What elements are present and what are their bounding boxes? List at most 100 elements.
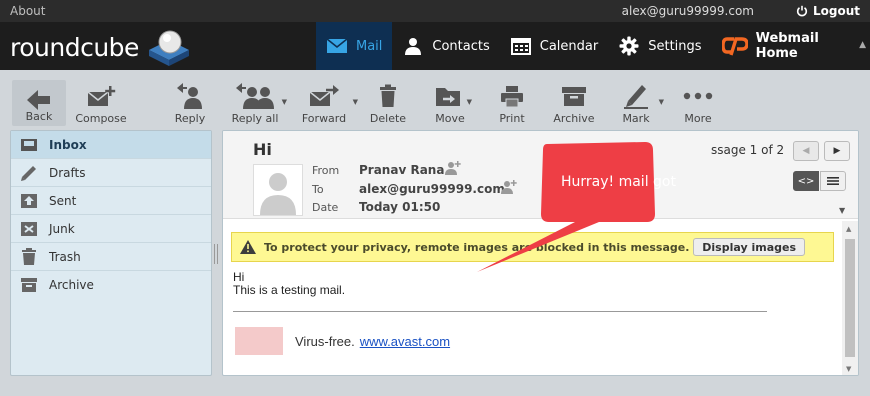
folder-junk-label: Junk <box>49 221 75 236</box>
virus-free-text: Virus-free. <box>295 333 355 349</box>
move-dropdown-icon[interactable]: ▼ <box>467 98 472 106</box>
logout-button[interactable]: Logout <box>796 4 860 18</box>
scrollbar-thumb[interactable] <box>845 239 855 357</box>
task-mail-label: Mail <box>356 38 383 54</box>
folder-trash-label: Trash <box>49 249 81 264</box>
html-view-button[interactable]: <> <box>793 171 819 191</box>
warning-icon <box>240 240 256 254</box>
gear-icon <box>618 36 640 56</box>
folder-inbox[interactable]: Inbox <box>11 131 211 159</box>
add-contact-icon[interactable] <box>445 161 461 178</box>
reply-all-dropdown-icon[interactable]: ▼ <box>282 98 287 106</box>
task-mail[interactable]: Mail <box>316 22 393 70</box>
task-calendar[interactable]: Calendar <box>500 22 608 70</box>
compose-icon <box>71 80 131 112</box>
archive-button[interactable]: Archive <box>544 80 604 125</box>
mark-dropdown-icon[interactable]: ▼ <box>659 98 664 106</box>
folder-drafts-label: Drafts <box>49 165 86 180</box>
task-contacts-label: Contacts <box>432 38 490 54</box>
logo-box-icon <box>145 26 193 68</box>
move-button[interactable]: Move ▼ <box>420 80 480 125</box>
compose-label: Compose <box>75 112 127 125</box>
compose-button[interactable]: Compose <box>71 80 131 125</box>
pencil-icon <box>19 164 39 182</box>
about-link[interactable]: About <box>10 4 45 18</box>
task-contacts[interactable]: Contacts <box>392 22 499 70</box>
sender-avatar <box>253 164 303 216</box>
print-label: Print <box>499 112 525 125</box>
print-icon <box>482 80 542 112</box>
more-label: More <box>684 112 712 125</box>
cpanel-icon <box>721 36 748 56</box>
move-label: Move <box>435 112 465 125</box>
message-counter: ssage 1 of 2 <box>711 143 785 157</box>
next-message-button[interactable]: ▶ <box>824 141 850 161</box>
display-images-button[interactable]: Display images <box>693 238 805 256</box>
back-arrow-icon <box>12 80 66 110</box>
folder-trash[interactable]: Trash <box>11 243 211 271</box>
logo-text: roundcube <box>10 32 139 62</box>
message-scrollbar[interactable]: ▲ ▼ <box>842 221 858 375</box>
trash-icon <box>19 247 39 266</box>
folder-list: Inbox Drafts Sent Junk Trash Archive <box>10 130 212 376</box>
task-calendar-label: Calendar <box>539 38 599 54</box>
forward-label: Forward <box>301 112 347 125</box>
headers-toggle-icon[interactable]: ▼ <box>839 206 845 215</box>
reply-button[interactable]: Reply <box>160 80 220 125</box>
prev-message-button[interactable]: ◀ <box>793 141 819 161</box>
folder-sent-label: Sent <box>49 193 77 208</box>
task-webmail-home-label: Webmail Home <box>755 31 819 61</box>
task-settings[interactable]: Settings <box>608 22 711 70</box>
message-toolbar: Back Compose Reply Reply all ▼ Forward ▼… <box>0 70 870 128</box>
back-button[interactable]: Back <box>12 80 66 126</box>
archive-label: Archive <box>553 112 595 125</box>
reply-label: Reply <box>174 112 206 125</box>
reply-all-label: Reply all <box>231 112 279 125</box>
reply-icon <box>160 80 220 112</box>
scroll-down-icon[interactable]: ▼ <box>846 365 851 373</box>
more-button[interactable]: More <box>668 80 728 125</box>
task-settings-label: Settings <box>648 38 702 54</box>
body-line: This is a testing mail. <box>233 283 346 297</box>
avast-link[interactable]: www.avast.com <box>360 334 450 349</box>
header-bar: roundcube Mail Contacts Calendar Setting… <box>0 22 870 70</box>
folder-inbox-label: Inbox <box>49 137 87 152</box>
virus-free-signature: Virus-free. www.avast.com <box>235 327 450 355</box>
from-label: From <box>312 164 340 177</box>
delete-button[interactable]: Delete <box>358 80 418 125</box>
lines-icon <box>827 177 839 185</box>
mark-button[interactable]: Mark ▼ <box>606 80 666 125</box>
pane-splitter[interactable] <box>214 244 218 264</box>
roundcube-logo[interactable]: roundcube <box>10 28 193 66</box>
task-webmail-home[interactable]: Webmail Home <box>712 22 870 70</box>
plain-view-button[interactable] <box>820 171 846 191</box>
top-strip: About alex@guru99999.com Logout <box>0 0 870 22</box>
folder-archive-label: Archive <box>49 278 94 292</box>
reply-all-button[interactable]: Reply all ▼ <box>225 80 287 125</box>
date-label: Date <box>312 201 339 214</box>
forward-button[interactable]: Forward ▼ <box>294 80 358 125</box>
inbox-icon <box>19 136 39 154</box>
to-label: To <box>312 183 324 196</box>
collapse-header-icon[interactable]: ▲ <box>859 40 866 50</box>
junk-icon <box>19 220 39 238</box>
mark-label: Mark <box>622 112 650 125</box>
more-dots-icon <box>668 80 728 112</box>
print-button[interactable]: Print <box>482 80 542 125</box>
folder-drafts[interactable]: Drafts <box>11 159 211 187</box>
username-label: alex@guru99999.com <box>621 4 754 18</box>
reply-all-icon <box>225 80 285 112</box>
signature-divider <box>233 311 767 312</box>
power-icon <box>796 5 808 17</box>
delete-label: Delete <box>369 112 407 125</box>
folder-sent[interactable]: Sent <box>11 187 211 215</box>
from-value[interactable]: Pranav Rana <box>359 163 444 177</box>
logout-label: Logout <box>812 4 860 18</box>
forward-icon <box>294 80 354 112</box>
mark-pen-icon <box>606 80 666 112</box>
folder-archive[interactable]: Archive <box>11 271 211 299</box>
folder-junk[interactable]: Junk <box>11 215 211 243</box>
avast-badge-image <box>235 327 283 355</box>
archive-icon <box>19 276 39 294</box>
scroll-up-icon[interactable]: ▲ <box>846 225 851 233</box>
